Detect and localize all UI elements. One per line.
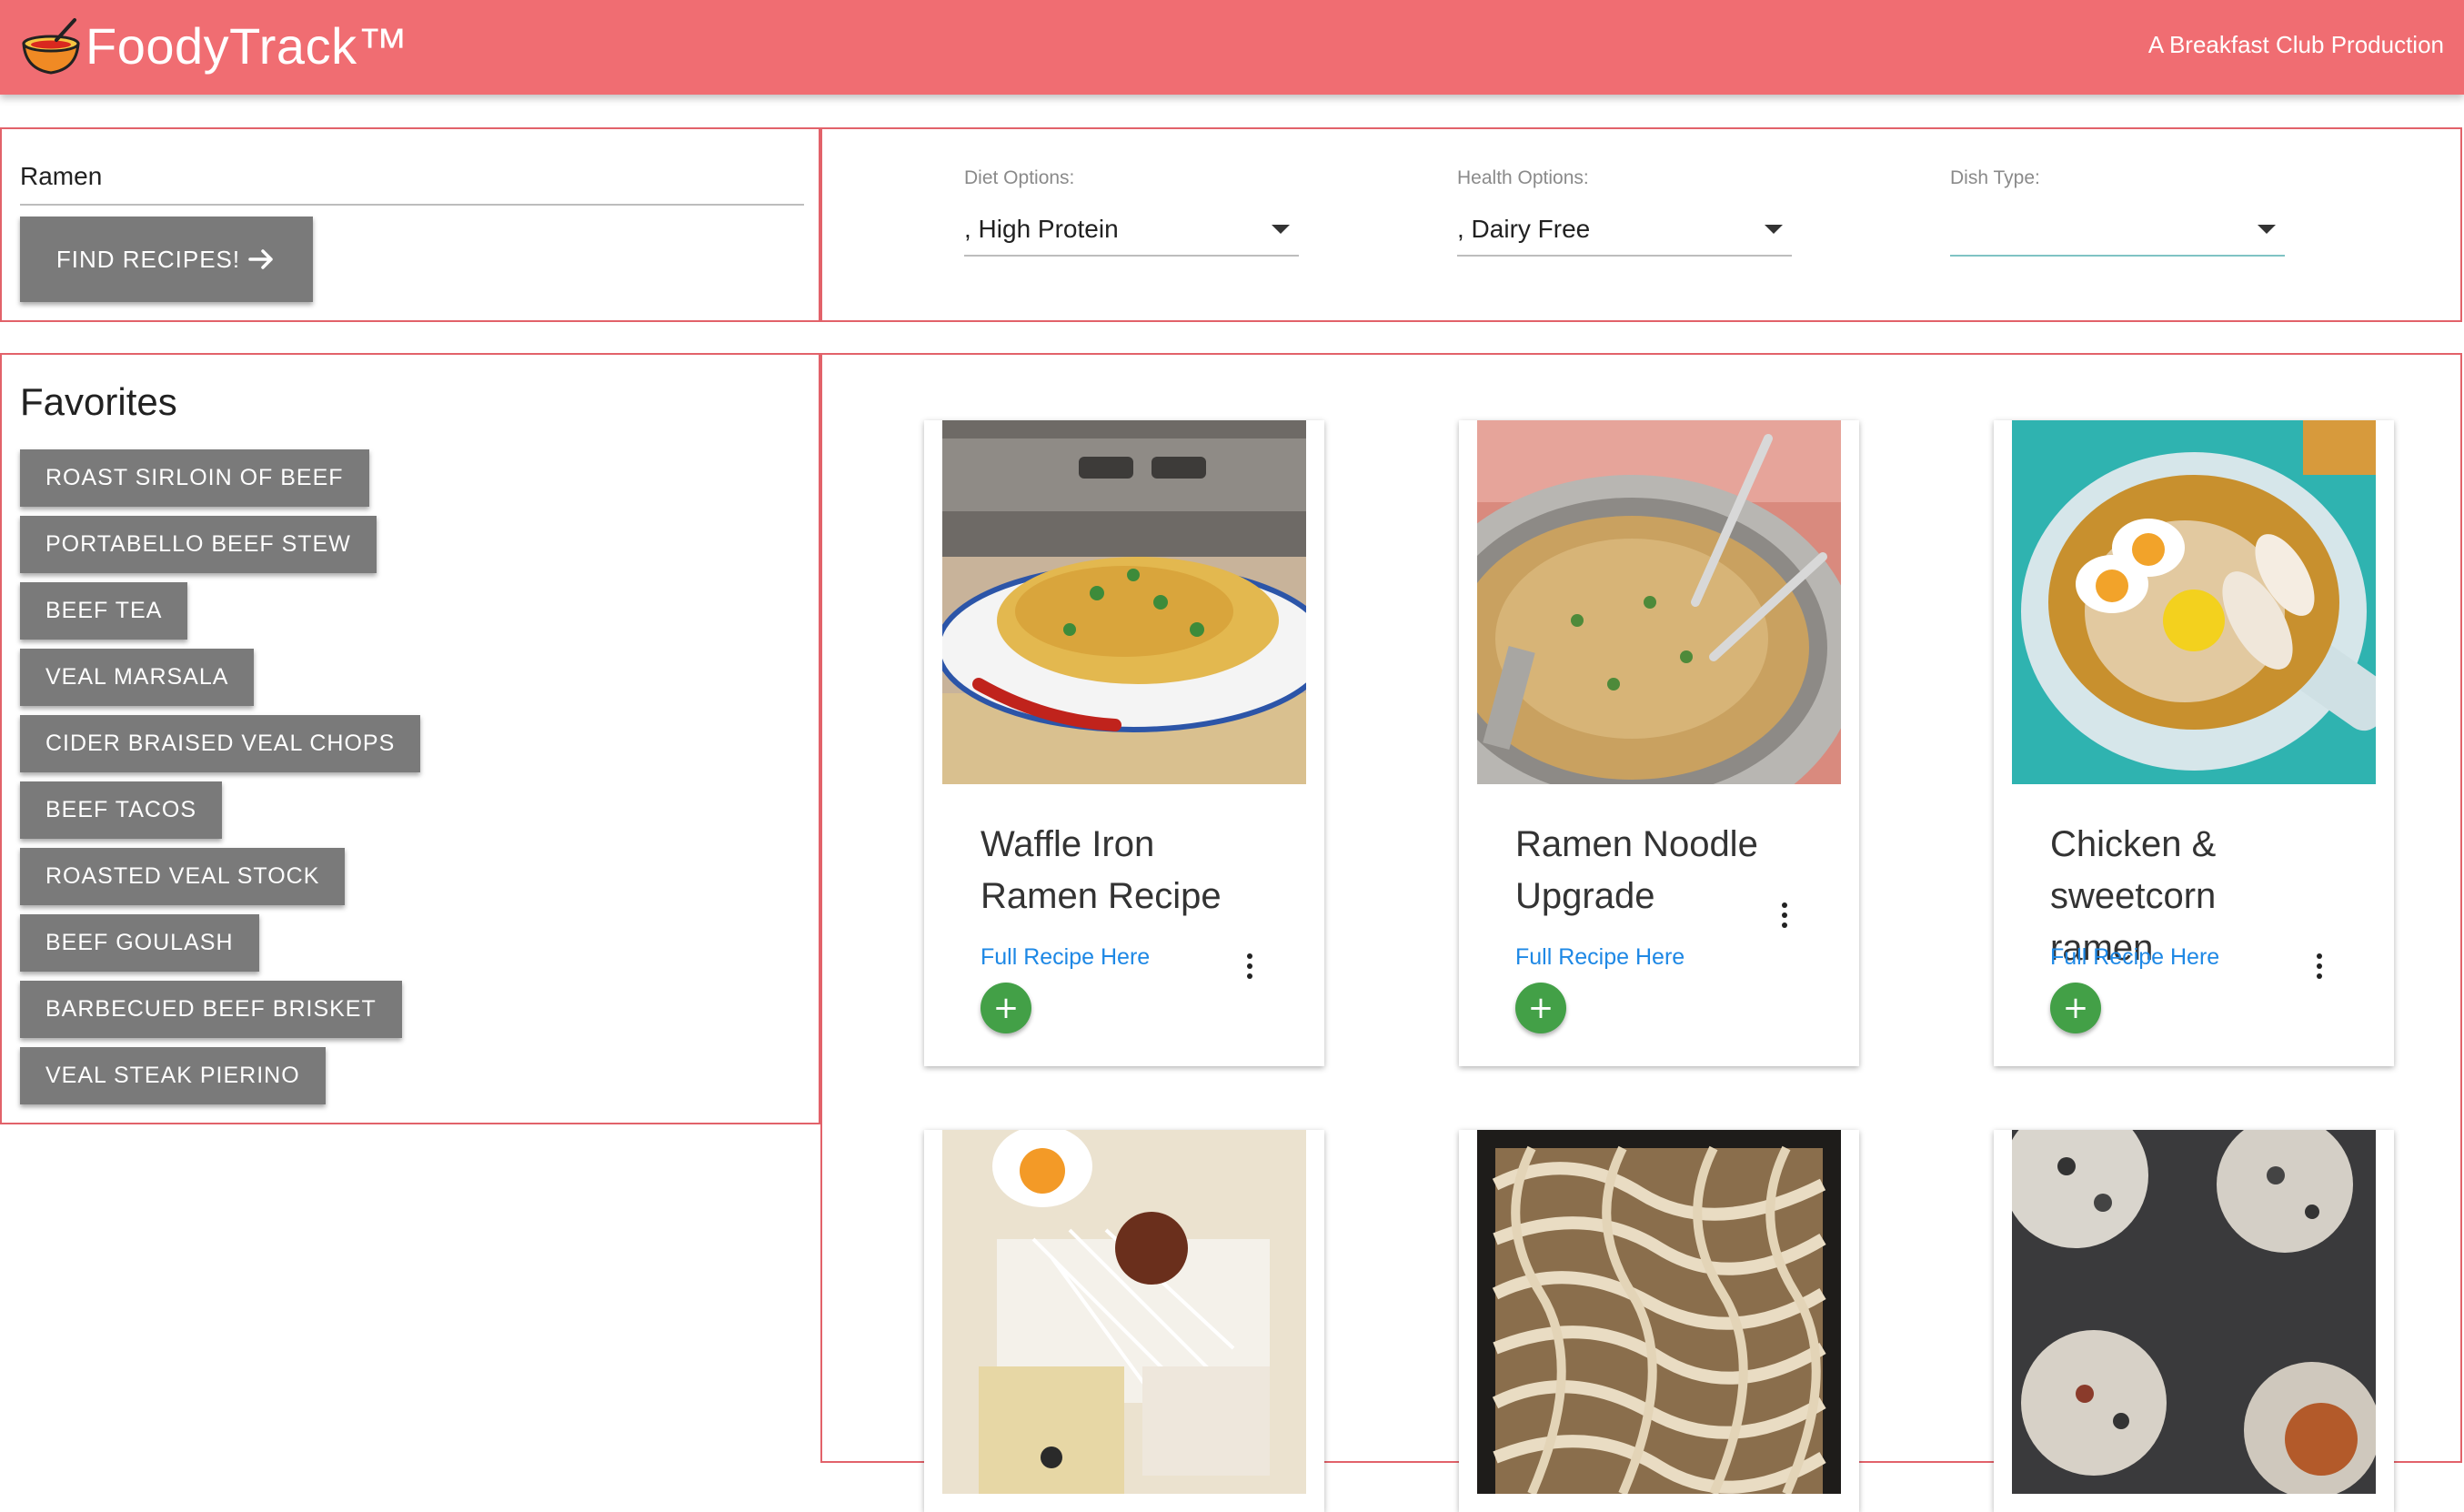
tagline: A Breakfast Club Production <box>2147 31 2444 58</box>
recipe-image[interactable] <box>1477 1130 1841 1494</box>
favorites-title: Favorites <box>20 380 177 423</box>
results-panel: Waffle Iron Ramen Recipe Full Recipe Her… <box>820 353 2462 1512</box>
dish-type-filter: Dish Type: <box>1950 167 2285 257</box>
favorite-item[interactable]: BARBECUED BEEF BRISKET <box>20 981 402 1038</box>
more-options-icon[interactable] <box>2310 950 2328 983</box>
favorite-item[interactable]: ROASTED VEAL STOCK <box>20 848 346 905</box>
more-options-icon[interactable] <box>1241 950 1259 983</box>
add-favorite-button[interactable]: + <box>1515 983 1566 1033</box>
favorites-panel: Favorites ROAST SIRLOIN OF BEEF PORTABEL… <box>0 353 820 1124</box>
recipe-image[interactable] <box>2012 1130 2376 1494</box>
dish-type-select[interactable] <box>1950 204 2285 257</box>
recipe-card <box>1459 1130 1859 1512</box>
dropdown-arrow-icon <box>2258 225 2276 234</box>
recipe-card <box>1994 1130 2394 1512</box>
health-options-select[interactable]: , Dairy Free <box>1457 204 1792 257</box>
add-favorite-button[interactable]: + <box>2050 983 2101 1033</box>
recipe-card <box>924 1130 1324 1512</box>
full-recipe-link[interactable]: Full Recipe Here <box>2050 944 2219 971</box>
diet-options-filter: Diet Options: , High Protein <box>964 167 1299 257</box>
favorite-item[interactable]: VEAL MARSALA <box>20 649 255 706</box>
favorite-item[interactable]: VEAL STEAK PIERINO <box>20 1047 326 1104</box>
brand-name[interactable]: FoodyTrack™ <box>85 16 408 76</box>
health-options-label: Health Options: <box>1457 167 1589 188</box>
find-recipes-button[interactable]: FIND RECIPES! <box>20 217 313 302</box>
recipe-title: Ramen Noodle Upgrade <box>1515 824 1758 916</box>
search-field[interactable] <box>20 149 804 206</box>
app-bar: FoodyTrack™ A Breakfast Club Production <box>0 0 2464 95</box>
dropdown-arrow-icon <box>1765 225 1783 234</box>
recipe-card: Chicken & sweetcorn ramen Full Recipe He… <box>1994 420 2394 1066</box>
recipe-image[interactable] <box>942 420 1306 784</box>
full-recipe-link[interactable]: Full Recipe Here <box>981 944 1150 971</box>
search-input[interactable] <box>20 149 804 204</box>
diet-options-value: , High Protein <box>964 215 1119 243</box>
health-options-value: , Dairy Free <box>1457 215 1591 243</box>
favorites-list: ROAST SIRLOIN OF BEEF PORTABELLO BEEF ST… <box>20 449 421 1104</box>
dish-type-label: Dish Type: <box>1950 167 2040 188</box>
recipe-image[interactable] <box>942 1130 1306 1494</box>
find-recipes-label: FIND RECIPES! <box>55 245 241 273</box>
favorite-item[interactable]: CIDER BRAISED VEAL CHOPS <box>20 715 421 772</box>
soup-bowl-icon <box>22 18 80 75</box>
health-options-filter: Health Options: , Dairy Free <box>1457 167 1792 257</box>
favorite-item[interactable]: BEEF TEA <box>20 582 188 640</box>
add-favorite-button[interactable]: + <box>981 983 1031 1033</box>
favorite-item[interactable]: BEEF GOULASH <box>20 914 259 972</box>
full-recipe-link[interactable]: Full Recipe Here <box>1515 944 1685 971</box>
favorite-item[interactable]: PORTABELLO BEEF STEW <box>20 516 377 573</box>
dropdown-arrow-icon <box>1272 225 1290 234</box>
diet-options-select[interactable]: , High Protein <box>964 204 1299 257</box>
recipe-title: Waffle Iron Ramen Recipe <box>981 824 1222 916</box>
search-panel: FIND RECIPES! <box>0 127 820 322</box>
favorite-item[interactable]: BEEF TACOS <box>20 781 223 839</box>
diet-options-label: Diet Options: <box>964 167 1075 188</box>
favorite-item[interactable]: ROAST SIRLOIN OF BEEF <box>20 449 369 507</box>
recipe-card: Ramen Noodle Upgrade Full Recipe Here + <box>1459 420 1859 1066</box>
arrow-right-icon <box>248 249 273 269</box>
filter-panel: Diet Options: , High Protein Health Opti… <box>820 127 2462 322</box>
more-options-icon[interactable] <box>1775 899 1794 932</box>
recipe-image[interactable] <box>1477 420 1841 784</box>
recipe-image[interactable] <box>2012 420 2376 784</box>
recipe-card: Waffle Iron Ramen Recipe Full Recipe Her… <box>924 420 1324 1066</box>
